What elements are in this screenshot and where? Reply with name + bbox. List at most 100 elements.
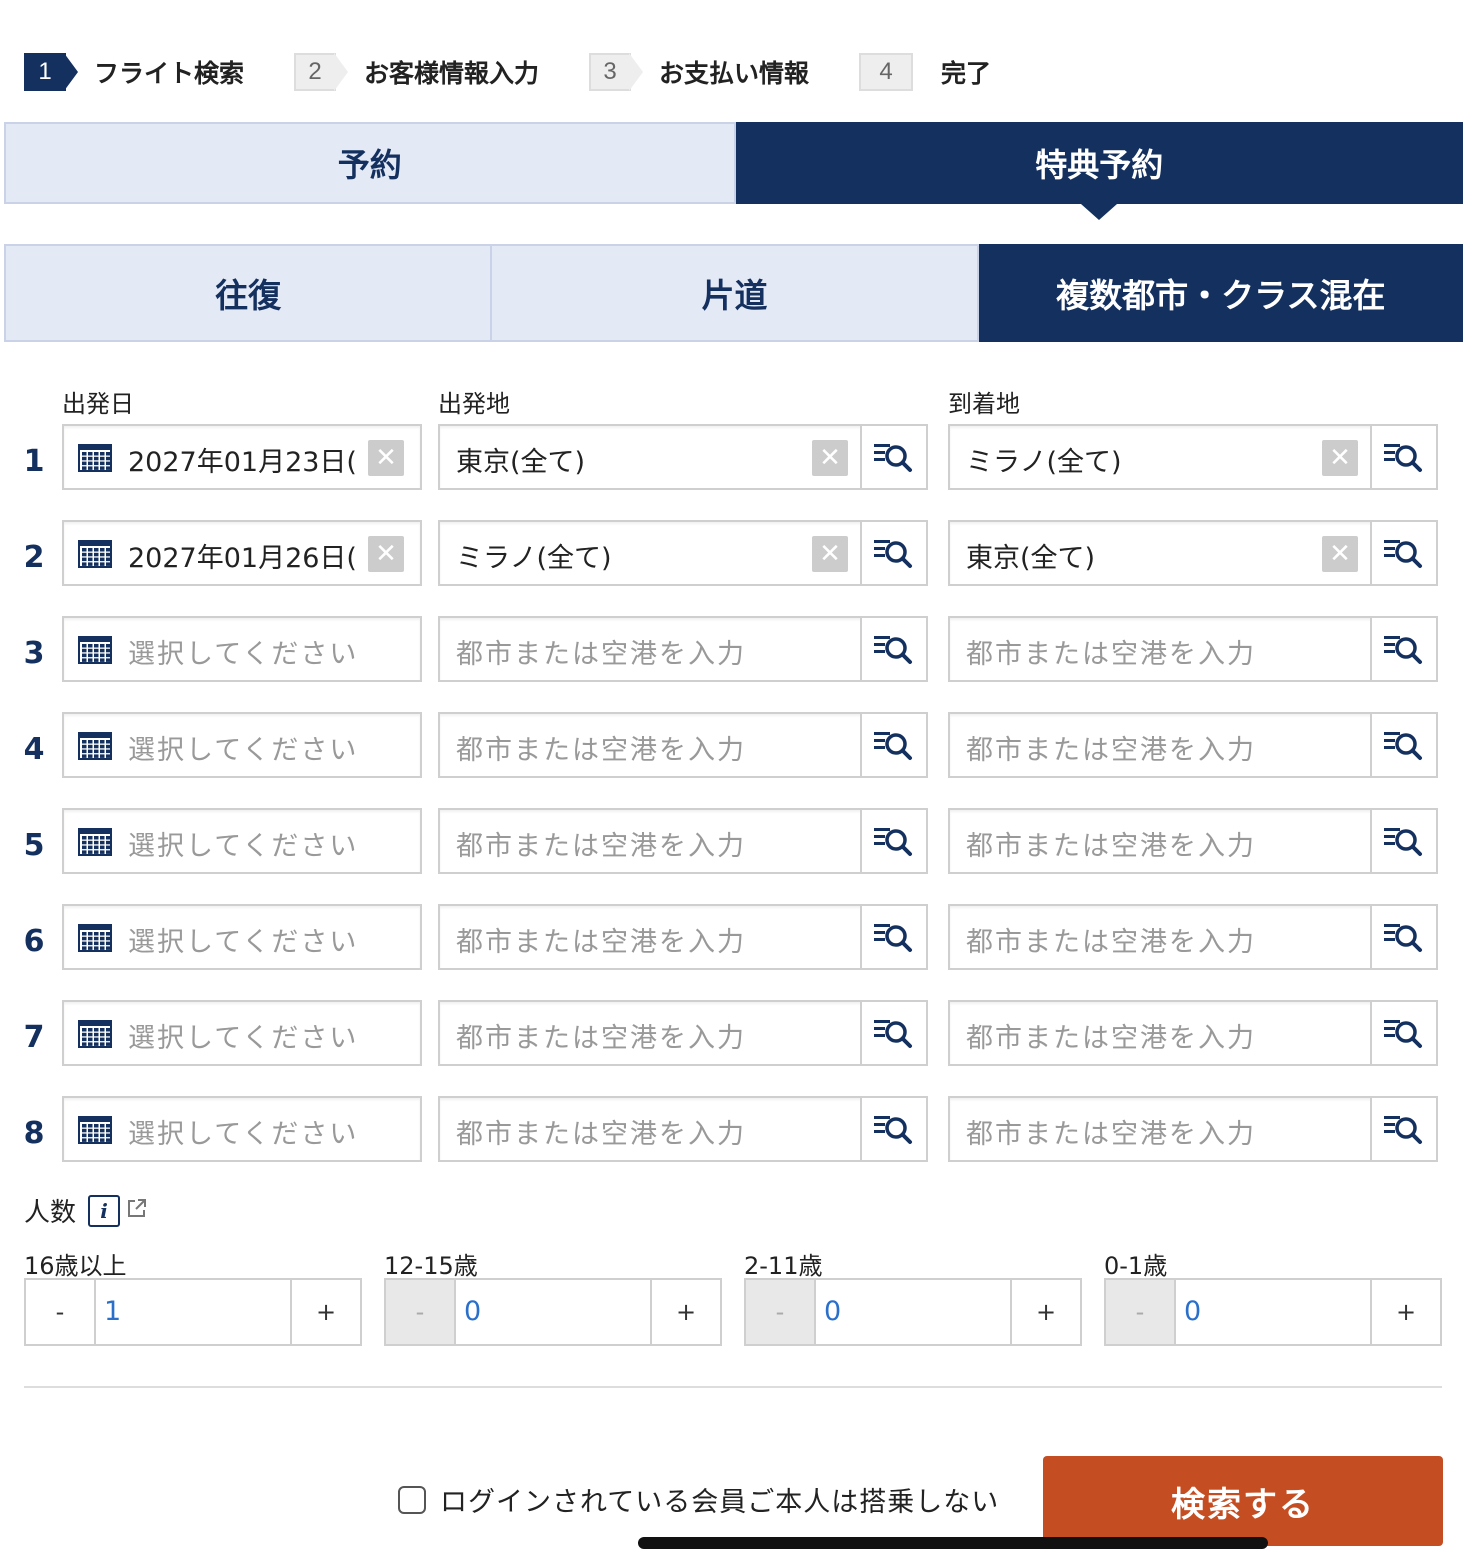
destination-field[interactable]: 都市または空港を入力 [948,904,1438,970]
destination-value: ミラノ(全て) [966,447,1122,478]
departure-date-field[interactable]: 選択してください [62,1096,422,1162]
segment-number: 1 [23,444,45,479]
destination-field[interactable]: 都市または空港を入力 [948,712,1438,778]
passenger-count-value[interactable]: 1 [104,1296,121,1327]
destination-field[interactable]: 東京(全て) ✕ [948,520,1438,586]
origin-field[interactable]: 都市または空港を入力 [438,1000,928,1066]
origin-placeholder: 都市または空港を入力 [456,735,746,766]
origin-search-list-icon[interactable] [860,906,926,968]
tab-multi-city[interactable]: 複数都市・クラス混在 [978,244,1463,342]
origin-field[interactable]: 都市または空港を入力 [438,904,928,970]
origin-placeholder: 都市または空港を入力 [456,927,746,958]
origin-search-list-icon[interactable] [860,1002,926,1064]
clear-icon[interactable]: ✕ [368,440,404,476]
departure-date-field[interactable]: 選択してください [62,616,422,682]
passenger-count-stepper: -0 + [384,1278,722,1346]
step-number: 3 [589,53,644,91]
step-label: お支払い情報 [659,59,810,88]
origin-search-list-icon[interactable] [860,810,926,872]
segment-number: 3 [23,636,45,671]
passenger-title: 人数 i [24,1192,148,1229]
destination-search-list-icon[interactable] [1370,426,1436,488]
increment-button[interactable]: + [290,1280,360,1344]
tab-reserve[interactable]: 予約 [4,122,736,204]
destination-field[interactable]: 都市または空港を入力 [948,616,1438,682]
calendar-icon [78,1116,112,1144]
segment-number: 6 [23,924,45,959]
origin-search-list-icon[interactable] [860,618,926,680]
search-button[interactable]: 検索する [1043,1456,1443,1546]
booking-type-tabs: 予約 特典予約 [4,122,1463,220]
column-header-to: 到着地 [948,390,1020,418]
destination-field[interactable]: 都市または空港を入力 [948,1000,1438,1066]
clear-icon[interactable]: ✕ [812,440,848,476]
destination-search-list-icon[interactable] [1370,810,1436,872]
origin-field[interactable]: 東京(全て) ✕ [438,424,928,490]
destination-field[interactable]: 都市または空港を入力 [948,1096,1438,1162]
external-link-icon[interactable] [126,1196,148,1226]
calendar-icon [78,444,112,472]
origin-field[interactable]: 都市または空港を入力 [438,616,928,682]
origin-search-list-icon[interactable] [860,714,926,776]
departure-date-field[interactable]: 選択してください [62,1000,422,1066]
destination-placeholder: 都市または空港を入力 [966,735,1256,766]
member-not-boarding-checkbox[interactable] [398,1485,426,1514]
decrement-button[interactable]: - [386,1280,456,1344]
departure-date-field[interactable]: 選択してください [62,808,422,874]
departure-date-placeholder: 選択してください [128,735,358,766]
departure-date-field[interactable]: 選択してください [62,904,422,970]
passenger-age-label: 16歳以上 [24,1252,127,1280]
step-2: 2 お客様情報入力 [294,53,539,91]
decrement-button[interactable]: - [1106,1280,1176,1344]
destination-field[interactable]: ミラノ(全て) ✕ [948,424,1438,490]
origin-field[interactable]: 都市または空港を入力 [438,1096,928,1162]
passenger-count-value[interactable]: 0 [1184,1296,1201,1327]
clear-icon[interactable]: ✕ [1322,536,1358,572]
departure-date-field[interactable]: 選択してください [62,712,422,778]
destination-placeholder: 都市または空港を入力 [966,831,1256,862]
destination-search-list-icon[interactable] [1370,522,1436,584]
departure-date-field[interactable]: 2027年01月23日(土 ✕ [62,424,422,490]
origin-search-list-icon[interactable] [860,1098,926,1160]
clear-icon[interactable]: ✕ [1322,440,1358,476]
decrement-button[interactable]: - [26,1280,96,1344]
info-icon[interactable]: i [88,1194,121,1227]
origin-search-list-icon[interactable] [860,426,926,488]
origin-field[interactable]: 都市または空港を入力 [438,712,928,778]
tab-award-reserve[interactable]: 特典予約 [735,122,1463,220]
member-not-boarding-option[interactable]: ログインされている会員ご本人は搭乗しない [398,1480,999,1519]
origin-value: 東京(全て) [456,447,586,478]
decrement-button[interactable]: - [746,1280,816,1344]
destination-search-list-icon[interactable] [1370,714,1436,776]
passenger-age-label: 12-15歳 [384,1252,478,1280]
passenger-group: 16歳以上 -1 + [24,1246,362,1346]
departure-date-value: 2027年01月26日(火 [128,543,358,574]
segment-row: 4 選択してください 都市または空港を入力 都市または空港を入力 [0,712,1464,778]
clear-icon[interactable]: ✕ [368,536,404,572]
tab-round-trip[interactable]: 往復 [4,244,493,342]
origin-field[interactable]: 都市または空港を入力 [438,808,928,874]
destination-search-list-icon[interactable] [1370,906,1436,968]
origin-placeholder: 都市または空港を入力 [456,639,746,670]
column-header-date: 出発日 [62,390,134,418]
destination-search-list-icon[interactable] [1370,1098,1436,1160]
destination-field[interactable]: 都市または空港を入力 [948,808,1438,874]
departure-date-field[interactable]: 2027年01月26日(火 ✕ [62,520,422,586]
passenger-count-value[interactable]: 0 [464,1296,481,1327]
departure-date-placeholder: 選択してください [128,1023,358,1054]
increment-button[interactable]: + [1010,1280,1080,1344]
origin-field[interactable]: ミラノ(全て) ✕ [438,520,928,586]
divider [24,1386,1442,1388]
clear-icon[interactable]: ✕ [812,536,848,572]
tab-one-way[interactable]: 片道 [492,244,979,342]
passenger-age-label: 0-1歳 [1104,1252,1168,1280]
passenger-count-value[interactable]: 0 [824,1296,841,1327]
increment-button[interactable]: + [650,1280,720,1344]
destination-placeholder: 都市または空港を入力 [966,927,1256,958]
passenger-title-text: 人数 [24,1198,77,1228]
increment-button[interactable]: + [1370,1280,1440,1344]
segment-number: 4 [23,732,45,767]
origin-search-list-icon[interactable] [860,522,926,584]
destination-search-list-icon[interactable] [1370,618,1436,680]
destination-search-list-icon[interactable] [1370,1002,1436,1064]
